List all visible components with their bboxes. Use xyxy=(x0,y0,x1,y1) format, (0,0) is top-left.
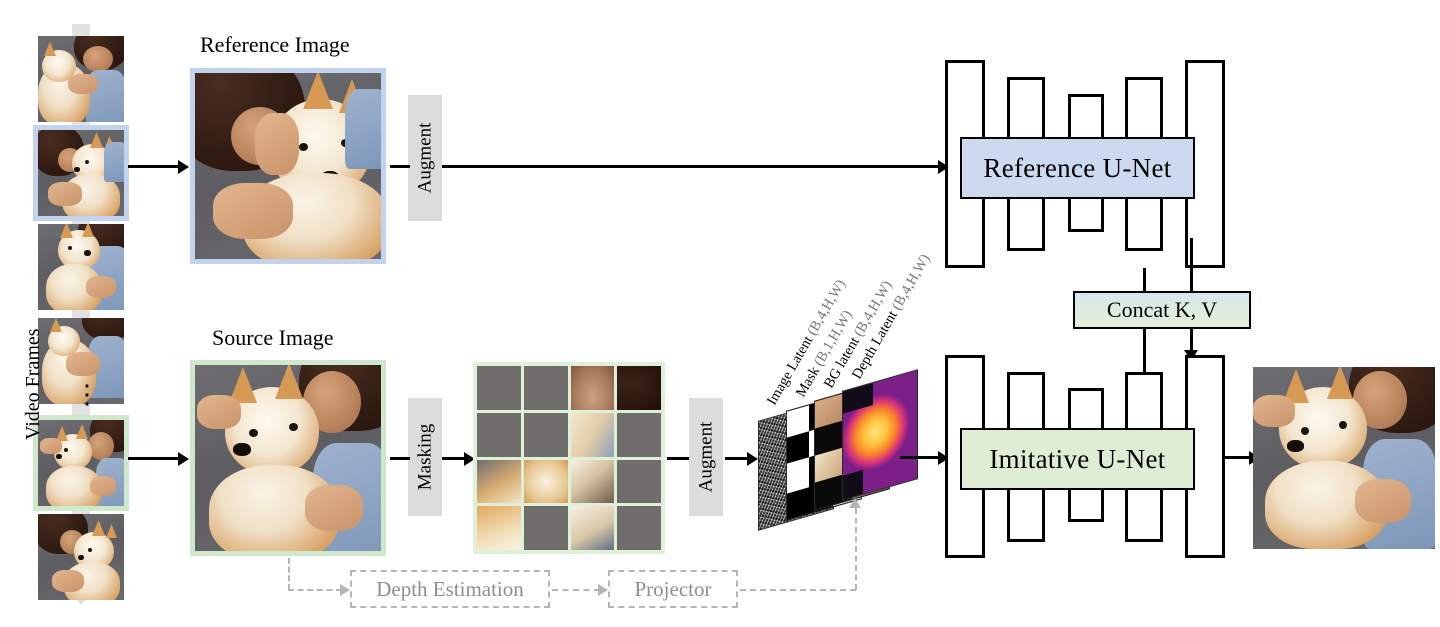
video-frames-label: Video Frames xyxy=(22,328,44,440)
patch-cell xyxy=(477,506,521,550)
dashed-up-to-depth-latent xyxy=(855,508,857,590)
augment-top-tag: Augment xyxy=(408,95,442,221)
video-frame-2-selected-reference[interactable] xyxy=(38,130,124,216)
patch-cell xyxy=(523,459,568,504)
arrow-frame-to-source xyxy=(128,457,182,460)
dashed-arrowhead-depth-latent xyxy=(849,498,861,508)
augment-top-label: Augment xyxy=(414,122,435,194)
patch-cell xyxy=(523,412,568,457)
patch-cell xyxy=(570,459,615,504)
line-refunet-to-concat-right xyxy=(1190,238,1193,293)
line-latents-to-imitative-unet xyxy=(900,456,942,459)
patch-cell xyxy=(617,412,661,457)
frames-ellipsis: ⋮ xyxy=(74,380,100,409)
patch-cell xyxy=(477,366,521,410)
patch-cell xyxy=(477,412,521,457)
dashed-arrowhead-to-depth xyxy=(340,584,350,596)
patch-cell xyxy=(570,506,615,550)
line-source-to-masking xyxy=(390,457,410,460)
dashed-source-to-depth xyxy=(288,589,342,591)
patch-cell xyxy=(617,459,661,504)
line-augment-to-reference-unet xyxy=(442,165,942,168)
line-refunet-to-concat-left xyxy=(1143,268,1146,293)
reference-unet-box[interactable]: Reference U-Net xyxy=(960,137,1195,199)
masking-tag: Masking xyxy=(408,398,442,516)
augment-bottom-tag: Augment xyxy=(689,398,723,516)
patch-cell xyxy=(617,506,661,550)
patch-cell xyxy=(523,506,568,550)
video-frame-1[interactable] xyxy=(38,36,124,122)
depth-estimation-box[interactable]: Depth Estimation xyxy=(350,570,550,608)
video-frame-5-selected-source[interactable] xyxy=(38,420,124,506)
line-reference-to-augment xyxy=(390,165,410,168)
dashed-source-down xyxy=(288,558,290,590)
patch-cell xyxy=(477,459,521,504)
imitative-unet-box[interactable]: Imitative U-Net xyxy=(960,428,1195,490)
patch-cell xyxy=(523,366,568,410)
concat-kv-box[interactable]: Concat K, V xyxy=(1073,291,1251,329)
video-frames-strip: ⋮ Video Frames xyxy=(0,0,160,627)
reference-image[interactable] xyxy=(190,68,386,264)
source-image[interactable] xyxy=(190,360,386,556)
dashed-projector-to-depth-latent xyxy=(740,589,856,591)
video-frame-6[interactable] xyxy=(38,514,124,600)
projector-box[interactable]: Projector xyxy=(608,570,738,608)
dashed-arrowhead-to-projector xyxy=(598,584,608,596)
depth-latent-slab xyxy=(842,369,918,501)
output-image[interactable] xyxy=(1253,367,1435,549)
line-grid-to-augment xyxy=(667,457,689,460)
reference-image-caption: Reference Image xyxy=(200,32,350,57)
arrowhead-frame-to-reference xyxy=(178,160,189,174)
video-frame-3[interactable] xyxy=(38,224,124,310)
dashed-depth-to-projector xyxy=(552,589,600,591)
arrow-frame-to-reference xyxy=(128,165,182,168)
patch-cell xyxy=(570,412,615,457)
patch-cell xyxy=(570,366,615,410)
source-image-caption: Source Image xyxy=(212,325,334,350)
masked-patch-grid xyxy=(473,362,665,554)
latent-dims: (B,4,H,W) xyxy=(887,251,934,317)
augment-bottom-label: Augment xyxy=(695,421,716,493)
masking-label: Masking xyxy=(414,423,435,491)
arrowhead-frame-to-source xyxy=(178,452,189,466)
patch-cell xyxy=(617,366,661,410)
